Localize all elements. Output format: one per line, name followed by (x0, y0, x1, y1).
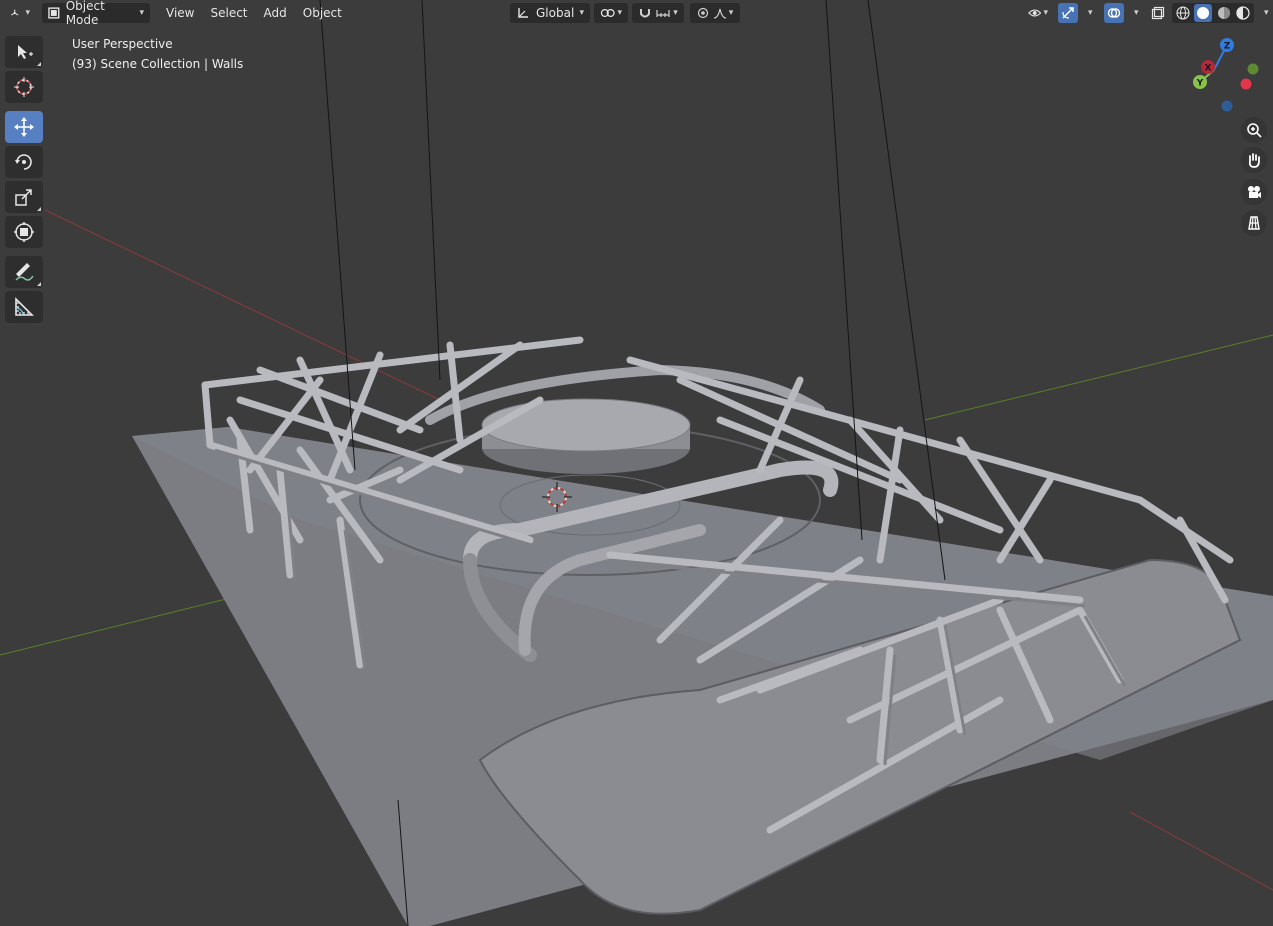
wireframe-shading-icon[interactable] (1175, 5, 1191, 21)
z-axis-label: Z (1224, 42, 1231, 52)
header-menus: View Select Add Object (158, 3, 350, 23)
gizmo-icon (1062, 7, 1074, 19)
falloff-curve-icon (713, 8, 726, 19)
mode-label: Object Mode (65, 0, 105, 27)
xray-toggle-button[interactable] (1148, 3, 1168, 23)
measure-tool[interactable] (5, 291, 43, 323)
move-arrows-icon (14, 117, 34, 137)
rotate-icon (15, 154, 32, 170)
measure-ruler-icon (15, 297, 34, 316)
solid-shading-icon[interactable] (1194, 4, 1213, 22)
select-box-tool[interactable] (5, 36, 43, 68)
mode-dropdown[interactable]: Object Mode ▾ (42, 0, 150, 27)
overlays-dropdown[interactable]: ▾ (1134, 8, 1139, 18)
cursor-tool[interactable] (5, 71, 43, 103)
camera-view-button[interactable] (1241, 179, 1267, 205)
proportional-editing[interactable]: ▾ (690, 3, 740, 23)
eye-icon (1028, 9, 1042, 17)
magnet-icon (640, 9, 651, 18)
camera-icon (1248, 186, 1261, 198)
gizmo-dropdown[interactable]: ▾ (1088, 8, 1093, 18)
menu-view[interactable]: View (158, 3, 202, 23)
annotate-tool[interactable] (5, 256, 43, 288)
shading-dropdown[interactable]: ▾ (1264, 8, 1269, 18)
x-axis-line-right (1129, 811, 1273, 891)
xray-icon (1151, 6, 1165, 20)
navigation-gizmo[interactable]: X Y Z (1188, 36, 1268, 116)
neg-x-axis-icon (1240, 78, 1252, 90)
editor-type-icon (11, 9, 19, 16)
y-axis-line-left (0, 597, 231, 656)
transform-icon (14, 222, 34, 242)
scale-icon (15, 189, 32, 206)
menu-object[interactable]: Object (295, 3, 350, 23)
y-axis-label: Y (1196, 79, 1204, 89)
x-axis-label: X (1205, 64, 1212, 74)
move-tool[interactable] (5, 111, 43, 143)
menu-add[interactable]: Add (256, 3, 295, 23)
overlays-toggle-button[interactable] (1104, 3, 1124, 23)
scale-tool[interactable] (5, 181, 43, 213)
3d-viewport[interactable] (0, 0, 1273, 926)
snap-increment-icon (656, 10, 670, 17)
orientation-label: Global (536, 6, 575, 20)
gizmo-toggle-button[interactable] (1058, 3, 1078, 23)
rotate-tool[interactable] (5, 146, 43, 178)
orientation-icon (518, 8, 528, 18)
overlays-icon (1107, 8, 1121, 18)
pivot-icon (600, 8, 615, 18)
pivot-point-dropdown[interactable]: ▾ (594, 3, 628, 23)
collection-label: (93) Scene Collection | Walls (72, 57, 244, 71)
y-axis-line-right (924, 334, 1273, 421)
neg-y-axis-icon (1247, 63, 1259, 75)
visibility-dropdown[interactable]: ▾ (1022, 3, 1054, 23)
neg-z-axis-icon (1221, 100, 1233, 112)
transform-orientation-dropdown[interactable]: Global ▾ (510, 3, 590, 23)
transform-tool[interactable] (5, 216, 43, 248)
viewport-info: User Perspective (93) Scene Collection |… (72, 34, 243, 74)
hand-pan-icon (1248, 153, 1260, 168)
zoom-button[interactable] (1241, 117, 1267, 143)
rendered-shading-icon[interactable] (1235, 5, 1251, 21)
annotate-pencil-icon (15, 263, 34, 281)
tool-shelf (4, 36, 44, 326)
zoom-icon (1247, 123, 1262, 138)
3d-cursor-tool-icon (14, 77, 34, 97)
x-axis-line-left (44, 209, 441, 401)
proportional-editing-icon (697, 7, 708, 19)
perspective-label: User Perspective (72, 37, 173, 51)
material-preview-icon[interactable] (1216, 5, 1232, 21)
editor-type-button[interactable]: ▾ (4, 3, 36, 23)
scene-render[interactable] (0, 0, 1273, 926)
shading-mode-group (1172, 3, 1254, 23)
central-disc-top (481, 398, 691, 452)
ortho-toggle-button[interactable] (1241, 210, 1267, 236)
select-cursor-icon (18, 45, 33, 59)
snap-controls[interactable]: ▾ (632, 3, 684, 23)
pan-button[interactable] (1241, 147, 1267, 173)
grid-ortho-icon (1248, 216, 1260, 230)
object-mode-icon (48, 7, 60, 19)
menu-select[interactable]: Select (202, 3, 255, 23)
